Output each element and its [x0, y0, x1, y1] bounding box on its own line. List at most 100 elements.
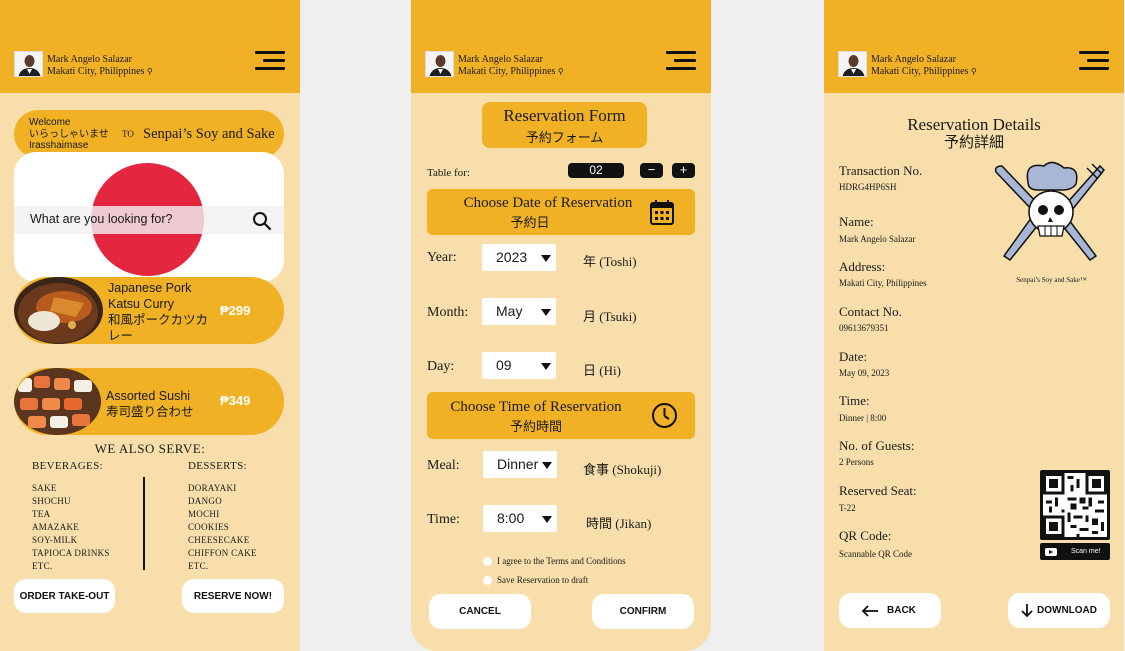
field-label: Contact No. — [839, 304, 902, 319]
order-takeout-button[interactable]: ORDER TAKE-OUT — [14, 579, 115, 613]
draft-radio[interactable] — [483, 575, 492, 585]
avatar[interactable] — [425, 51, 454, 77]
field-label: QR Code: — [839, 528, 892, 543]
list-item: ETC. — [188, 561, 209, 571]
field-value: Scannable QR Code — [839, 549, 912, 559]
time-select[interactable]: 8:00 — [483, 505, 557, 532]
day-select[interactable]: 09 — [482, 352, 556, 379]
field-label: Date: — [839, 349, 868, 364]
year-select[interactable]: 2023 — [482, 244, 556, 271]
welcome-banner: Welcome いらっしゃいませ Irasshaimase TO Senpai’… — [14, 110, 284, 158]
field-label: Reserved Seat: — [839, 483, 917, 498]
avatar[interactable] — [838, 51, 867, 77]
terms-radio[interactable] — [483, 556, 492, 566]
meal-label: Meal: — [427, 458, 460, 473]
column-divider — [143, 477, 145, 570]
time-jp: 時間 — [586, 516, 613, 531]
confirm-button[interactable]: CONFIRM — [592, 594, 694, 629]
item-name: Japanese Pork Katsu Curry — [108, 281, 192, 311]
menu-icon[interactable] — [255, 51, 285, 70]
year-value: 2023 — [496, 249, 528, 265]
home-screen: Mark Angelo Salazar Makati City, Philipp… — [0, 0, 300, 651]
desserts-title: DESSERTS: — [188, 460, 247, 472]
menu-icon[interactable] — [1079, 51, 1109, 70]
time-section-header: Choose Time of Reservation 予約時間 — [427, 392, 695, 439]
meal-value: Dinner — [497, 456, 539, 472]
decrement-button[interactable]: − — [640, 163, 663, 178]
meal-romaji: (Shokuji) — [612, 462, 662, 477]
field-value: Makati City, Philippines — [839, 278, 927, 288]
search-icon[interactable] — [252, 211, 272, 231]
meal-select[interactable]: Dinner — [483, 451, 557, 478]
year-romaji: (Toshi) — [599, 254, 637, 269]
user-name: Mark Angelo Salazar — [871, 54, 956, 65]
draft-label: Save Reservation to draft — [497, 575, 589, 585]
field-label: Time: — [839, 393, 870, 408]
back-button[interactable]: BACK — [839, 593, 941, 628]
reserve-now-button[interactable]: RESERVE NOW! — [182, 579, 284, 613]
field-value: Dinner | 8:00 — [839, 413, 887, 423]
brand-name: Senpai’s Soy and Sake — [143, 126, 275, 142]
field-value: 2 Persons — [839, 457, 874, 467]
table-for-label: Table for: — [427, 167, 470, 179]
flag-hero: What are you looking for? — [14, 152, 284, 282]
day-value: 09 — [496, 357, 512, 373]
download-label: DOWNLOAD — [1037, 605, 1097, 616]
reservation-details-screen: Mark Angelo Salazar Makati City, Philipp… — [824, 0, 1124, 651]
welcome-en: Welcome — [29, 117, 71, 128]
desserts-list: DORAYAKI DANGO MOCHI COOKIES CHEESECAKE … — [188, 482, 257, 573]
list-item: SHOCHU — [32, 496, 71, 506]
form-title-en: Reservation Form — [503, 106, 626, 125]
app-header: Mark Angelo Salazar Makati City, Philipp… — [824, 0, 1124, 93]
user-location: Makati City, Philippines — [47, 65, 145, 77]
welcome-romaji: Irasshaimase — [29, 140, 89, 151]
list-item: SOY-MILK — [32, 535, 78, 545]
caret-down-icon — [542, 462, 552, 469]
list-item: CHIFFON CAKE — [188, 548, 257, 558]
terms-option[interactable]: I agree to the Terms and Conditions — [483, 556, 626, 566]
download-button[interactable]: DOWNLOAD — [1008, 593, 1110, 628]
item-price: ₱349 — [220, 393, 251, 408]
back-label: BACK — [887, 605, 916, 616]
details-title-en: Reservation Details — [907, 115, 1041, 134]
user-location: Makati City, Philippines — [458, 65, 556, 77]
search-input[interactable]: What are you looking for? — [14, 206, 284, 234]
field-value: Mark Angelo Salazar — [839, 234, 916, 244]
draft-option[interactable]: Save Reservation to draft — [483, 575, 588, 585]
scan-me-badge[interactable]: Scan me! — [1040, 543, 1110, 560]
menu-item-card[interactable]: Japanese Pork Katsu Curry 和風ポークカツカレー ₱29… — [14, 277, 284, 344]
pin-icon: ⚲ — [557, 66, 564, 76]
guest-count: 02 — [568, 163, 624, 178]
user-name: Mark Angelo Salazar — [47, 54, 132, 65]
user-info: Mark Angelo Salazar Makati City, Philipp… — [47, 54, 153, 77]
pin-icon: ⚲ — [146, 66, 153, 76]
field-value: May 09, 2023 — [839, 368, 890, 378]
avatar[interactable] — [14, 51, 43, 77]
time-section-title: Choose Time of Reservation — [450, 399, 622, 415]
app-header: Mark Angelo Salazar Makati City, Philipp… — [411, 0, 711, 93]
caret-down-icon — [541, 309, 551, 316]
field-value: HDRG4HP6SH — [839, 182, 897, 192]
sushi-image — [14, 368, 101, 435]
item-price: ₱299 — [220, 303, 251, 318]
caret-down-icon — [541, 363, 551, 370]
cancel-button[interactable]: CANCEL — [429, 594, 531, 629]
caret-down-icon — [542, 516, 552, 523]
day-romaji: (Hi) — [599, 363, 621, 378]
menu-icon[interactable] — [666, 51, 696, 70]
form-title-jp: 予約フォーム — [525, 130, 604, 145]
list-item: MOCHI — [188, 509, 220, 519]
user-info: Mark Angelo Salazar Makati City, Philipp… — [458, 54, 564, 77]
month-value: May — [496, 303, 523, 319]
increment-button[interactable]: + — [672, 163, 695, 178]
field-label: Name: — [839, 214, 874, 229]
user-info: Mark Angelo Salazar Makati City, Philipp… — [871, 54, 977, 77]
month-label: Month: — [427, 305, 469, 320]
search-placeholder: What are you looking for? — [30, 212, 173, 226]
terms-label: I agree to the Terms and Conditions — [497, 556, 626, 566]
list-item: DORAYAKI — [188, 483, 237, 493]
list-item: SAKE — [32, 483, 57, 493]
menu-item-card[interactable]: Assorted Sushi 寿司盛り合わせ ₱349 — [14, 368, 284, 435]
month-select[interactable]: May — [482, 298, 556, 325]
pin-icon: ⚲ — [970, 66, 977, 76]
